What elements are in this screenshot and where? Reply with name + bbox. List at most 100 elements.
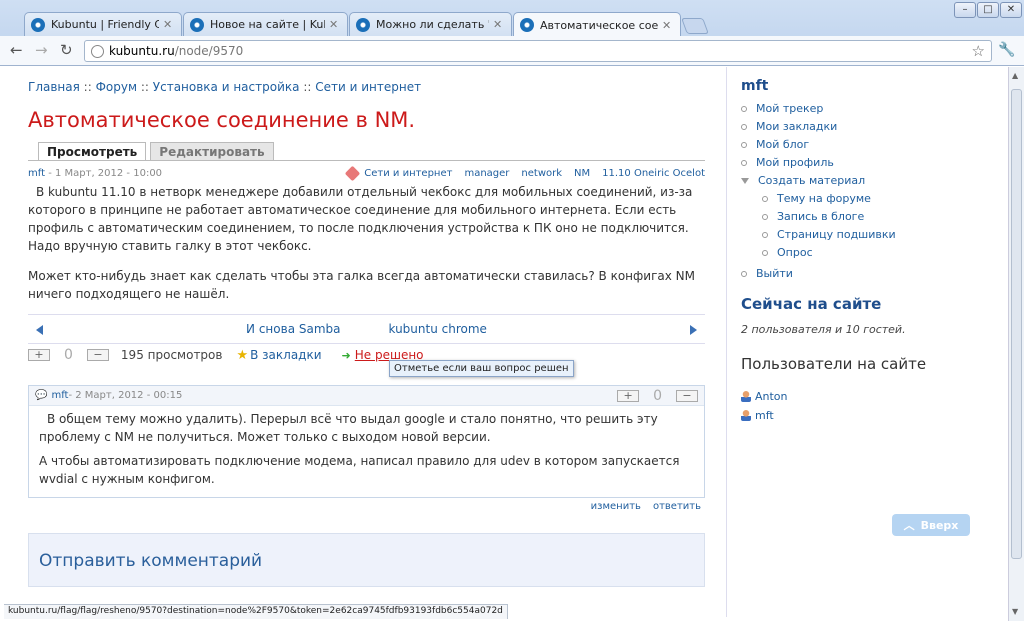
menu-item-label[interactable]: Выйти	[756, 265, 793, 283]
user-menu: Мой трекер Мои закладки Мой блог Мой про…	[741, 100, 896, 283]
menu-item-bookmarks[interactable]: Мои закладки	[741, 118, 896, 136]
scroll-thumb[interactable]	[1011, 89, 1022, 559]
tag-link[interactable]: NM	[574, 168, 590, 179]
prev-arrow-icon[interactable]	[36, 325, 43, 335]
tag-link[interactable]: network	[521, 168, 562, 179]
online-user-link[interactable]: Anton	[755, 387, 788, 406]
menu-item-label[interactable]: Мои закладки	[756, 118, 837, 136]
sidebar-username[interactable]: mft	[741, 78, 768, 94]
vote-up-button[interactable]: +	[28, 349, 50, 361]
maximize-button[interactable]: □	[977, 2, 999, 18]
users-online-title: Пользователи на сайте	[741, 355, 927, 373]
menu-item-label[interactable]: Мой профиль	[756, 154, 834, 172]
globe-icon	[91, 44, 104, 58]
edit-comment-link[interactable]: изменить	[591, 501, 641, 512]
close-tab-icon[interactable]: ✕	[163, 18, 175, 31]
submenu-item-forum-topic[interactable]: Тему на форуме	[741, 190, 896, 208]
breadcrumb: Главная :: Форум :: Установка и настройк…	[28, 80, 421, 94]
comment-author-link[interactable]: mft	[51, 390, 68, 401]
menu-item-blog[interactable]: Мой блог	[741, 136, 896, 154]
url-host: kubuntu.ru	[109, 44, 175, 58]
kubuntu-favicon-icon	[190, 17, 204, 32]
kubuntu-favicon-icon	[520, 18, 534, 32]
address-bar[interactable]: kubuntu.ru /node/9570 ☆	[84, 40, 992, 62]
comment: 💬 mft - 2 Март, 2012 - 00:15 + 0 − В общ…	[28, 385, 705, 498]
status-bar-url: kubuntu.ru/flag/flag/resheno/9570?destin…	[4, 604, 508, 619]
menu-item-label[interactable]: Создать материал	[758, 172, 865, 190]
bullet-icon	[741, 142, 747, 148]
arrow-right-icon: ➜	[341, 348, 351, 362]
post-paragraph: Может кто-нибудь знает как сделать чтобы…	[28, 269, 695, 301]
tag-icon	[344, 165, 361, 182]
tab-title: Новое на сайте | Kubuntu	[210, 18, 325, 31]
online-user[interactable]: mft	[741, 406, 788, 425]
menu-item-label[interactable]: Мой блог	[756, 136, 809, 154]
menu-item-label[interactable]: Тему на форуме	[777, 190, 871, 208]
submenu-item-poll[interactable]: Опрос	[741, 244, 896, 262]
close-window-button[interactable]: ✕	[1000, 2, 1022, 18]
menu-item-label[interactable]: Страницу подшивки	[777, 226, 896, 244]
reply-comment-link[interactable]: ответить	[653, 501, 701, 512]
views-count: 195 просмотров	[120, 348, 223, 362]
page-scrollbar[interactable]: ▲ ▼	[1008, 67, 1024, 621]
menu-item-tracker[interactable]: Мой трекер	[741, 100, 896, 118]
next-post-link[interactable]: kubuntu chrome	[389, 322, 487, 336]
new-tab-button[interactable]	[681, 18, 709, 34]
expand-triangle-icon	[741, 178, 749, 184]
forward-arrow-icon[interactable]: →	[35, 42, 48, 58]
submenu-item-book-page[interactable]: Страницу подшивки	[741, 226, 896, 244]
bookmark-star-icon[interactable]: ☆	[972, 42, 985, 60]
browser-tab-1[interactable]: Kubuntu | Friendly Compu ✕	[24, 12, 182, 36]
back-to-top-button[interactable]: ︿ Вверх	[892, 514, 970, 536]
breadcrumb-install[interactable]: Установка и настройка	[153, 80, 300, 94]
bullet-icon	[741, 160, 747, 166]
tab-view[interactable]: Просмотреть	[38, 142, 147, 161]
next-arrow-icon[interactable]	[690, 325, 697, 335]
comment-vote-up-button[interactable]: +	[617, 390, 640, 402]
tag-link[interactable]: manager	[464, 168, 509, 179]
submenu-item-blog-post[interactable]: Запись в блоге	[741, 208, 896, 226]
comment-date: - 2 Март, 2012 - 00:15	[68, 390, 183, 401]
tab-edit[interactable]: Редактировать	[150, 142, 274, 161]
close-tab-icon[interactable]: ✕	[329, 18, 341, 31]
web-page: Главная :: Форум :: Установка и настройк…	[4, 67, 1008, 617]
browser-tab-2[interactable]: Новое на сайте | Kubuntu ✕	[183, 12, 348, 36]
comment-paragraph: А чтобы автоматизировать подключение мод…	[39, 454, 680, 486]
tab-title: Автоматическое соедине	[540, 18, 658, 32]
prev-post-link[interactable]: И снова Samba	[246, 322, 340, 336]
bullet-icon	[762, 232, 768, 238]
breadcrumb-network[interactable]: Сети и интернет	[315, 80, 421, 94]
post-author-link[interactable]: mft	[28, 168, 45, 179]
vote-down-button[interactable]: −	[86, 349, 109, 361]
scroll-down-icon[interactable]: ▼	[1012, 607, 1018, 616]
browser-tab-4-active[interactable]: Автоматическое соедине ✕	[513, 12, 681, 37]
wrench-icon[interactable]: 🔧	[998, 42, 1015, 58]
menu-item-profile[interactable]: Мой профиль	[741, 154, 896, 172]
minimize-button[interactable]: –	[954, 2, 976, 18]
menu-item-create[interactable]: Создать материал	[741, 172, 896, 190]
reload-icon[interactable]: ↻	[60, 42, 73, 58]
menu-item-label[interactable]: Запись в блоге	[777, 208, 864, 226]
back-to-top-label: Вверх	[920, 518, 959, 532]
tag-link[interactable]: 11.10 Oneiric Ocelot	[602, 168, 705, 179]
comment-vote-down-button[interactable]: −	[676, 390, 698, 402]
close-tab-icon[interactable]: ✕	[662, 19, 674, 32]
url-path: /node/9570	[174, 44, 244, 58]
browser-tab-3[interactable]: Можно ли сделать "" кно ✕	[349, 12, 512, 36]
back-arrow-icon[interactable]: ←	[10, 42, 23, 58]
breadcrumb-forum[interactable]: Форум	[96, 80, 137, 94]
close-tab-icon[interactable]: ✕	[493, 18, 505, 31]
online-user-link[interactable]: mft	[755, 406, 774, 425]
online-users-list: Anton mft	[741, 387, 788, 425]
tooltip: Отметье если ваш вопрос решен	[389, 360, 574, 377]
tab-strip: Kubuntu | Friendly Compu ✕ Новое на сайт…	[0, 0, 1024, 37]
menu-item-label[interactable]: Опрос	[777, 244, 813, 262]
online-user[interactable]: Anton	[741, 387, 788, 406]
post-paragraph: В kubuntu 11.10 в нетворк менеджере доба…	[28, 185, 693, 253]
tag-link[interactable]: Сети и интернет	[364, 168, 452, 179]
bookmark-link[interactable]: В закладки	[250, 348, 321, 362]
scroll-up-icon[interactable]: ▲	[1012, 71, 1018, 80]
breadcrumb-home[interactable]: Главная	[28, 80, 80, 94]
menu-item-label[interactable]: Мой трекер	[756, 100, 823, 118]
menu-item-logout[interactable]: Выйти	[741, 265, 896, 283]
